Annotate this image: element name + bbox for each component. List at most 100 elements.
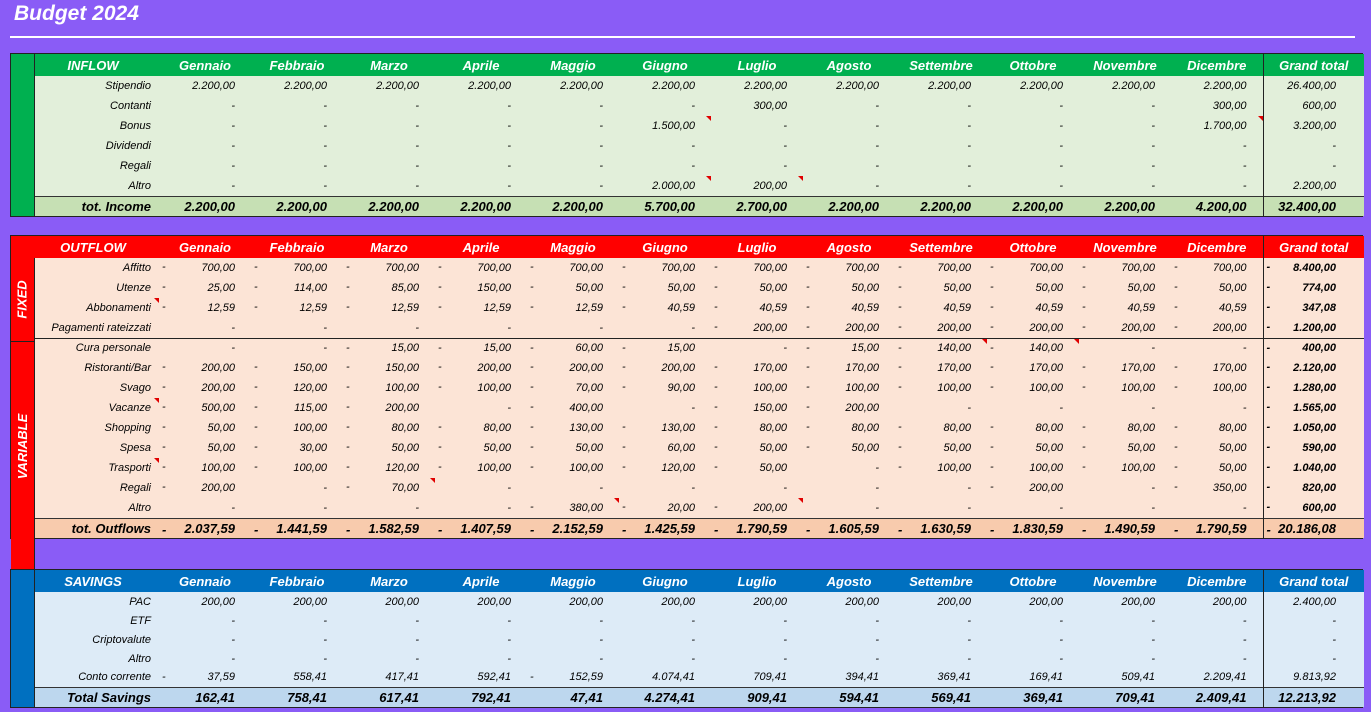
value-cell[interactable]: 100,00-: [1079, 378, 1171, 398]
value-cell[interactable]: 2.200,00: [343, 76, 435, 96]
value-cell[interactable]: 25,00-: [159, 278, 251, 298]
value-cell[interactable]: 40,59-: [987, 298, 1079, 318]
total-value-cell[interactable]: 47,41: [527, 686, 619, 707]
value-cell[interactable]: 100,00-: [711, 378, 803, 398]
value-cell[interactable]: 50,00-: [803, 438, 895, 458]
total-value-cell[interactable]: 1.441,59-: [251, 517, 343, 538]
value-cell[interactable]: 2.200,00: [159, 76, 251, 96]
value-cell[interactable]: 15,00-: [619, 337, 711, 358]
value-cell[interactable]: -: [987, 649, 1079, 668]
value-cell[interactable]: 100,00-: [343, 378, 435, 398]
value-cell[interactable]: -: [711, 478, 803, 498]
value-cell[interactable]: -: [343, 611, 435, 630]
value-cell[interactable]: 50,00-: [527, 278, 619, 298]
value-cell[interactable]: 50,00-: [1171, 458, 1263, 478]
value-cell[interactable]: 170,00-: [1079, 358, 1171, 378]
value-cell[interactable]: 170,00-: [895, 358, 987, 378]
value-cell[interactable]: 700,00-: [987, 258, 1079, 278]
value-cell[interactable]: 80,00-: [711, 418, 803, 438]
value-cell[interactable]: 12,59-: [343, 298, 435, 318]
value-cell[interactable]: -: [711, 156, 803, 176]
value-cell[interactable]: -: [435, 156, 527, 176]
value-cell[interactable]: 120,00-: [619, 458, 711, 478]
value-cell[interactable]: 50,00-: [1079, 438, 1171, 458]
value-cell[interactable]: -: [803, 478, 895, 498]
value-cell[interactable]: 2.200,00: [803, 76, 895, 96]
value-cell[interactable]: -: [251, 136, 343, 156]
value-cell[interactable]: 1.700,00: [1171, 116, 1263, 136]
value-cell[interactable]: -: [527, 478, 619, 498]
value-cell[interactable]: 50,00-: [159, 418, 251, 438]
value-cell[interactable]: -: [895, 156, 987, 176]
value-cell[interactable]: -: [251, 337, 343, 358]
value-cell[interactable]: 200,00: [343, 592, 435, 611]
value-cell[interactable]: 200,00: [159, 592, 251, 611]
row-grand-total[interactable]: 3.200,00: [1262, 116, 1364, 136]
value-cell[interactable]: -: [527, 96, 619, 116]
value-cell[interactable]: -: [159, 630, 251, 649]
row-grand-total[interactable]: -: [1262, 156, 1364, 176]
value-cell[interactable]: 12,59-: [435, 298, 527, 318]
total-value-cell[interactable]: 4.274,41: [619, 686, 711, 707]
value-cell[interactable]: 50,00-: [343, 438, 435, 458]
total-value-cell[interactable]: 569,41: [895, 686, 987, 707]
value-cell[interactable]: 50,00-: [895, 438, 987, 458]
total-value-cell[interactable]: 2.200,00: [803, 195, 895, 216]
value-cell[interactable]: -: [895, 116, 987, 136]
value-cell[interactable]: -: [1079, 96, 1171, 116]
value-cell[interactable]: -: [803, 649, 895, 668]
value-cell[interactable]: -: [1079, 649, 1171, 668]
value-cell[interactable]: 700,00-: [803, 258, 895, 278]
total-value-cell[interactable]: 5.700,00: [619, 195, 711, 216]
value-cell[interactable]: 2.200,00: [619, 76, 711, 96]
value-cell[interactable]: 90,00-: [619, 378, 711, 398]
value-cell[interactable]: 60,00-: [619, 438, 711, 458]
value-cell[interactable]: 394,41: [803, 668, 895, 687]
value-cell[interactable]: 100,00-: [987, 378, 1079, 398]
row-grand-total[interactable]: 1.565,00-: [1262, 398, 1364, 418]
value-cell[interactable]: -: [343, 498, 435, 518]
value-cell[interactable]: 152,59-: [527, 668, 619, 687]
total-value-cell[interactable]: 2.200,00: [435, 195, 527, 216]
value-cell[interactable]: 114,00-: [251, 278, 343, 298]
value-cell[interactable]: -: [803, 498, 895, 518]
total-value-cell[interactable]: 709,41: [1079, 686, 1171, 707]
row-grand-total[interactable]: 8.400,00-: [1262, 258, 1364, 278]
value-cell[interactable]: 120,00-: [343, 458, 435, 478]
value-cell[interactable]: 2.200,00: [251, 76, 343, 96]
value-cell[interactable]: -: [619, 398, 711, 418]
value-cell[interactable]: -: [803, 96, 895, 116]
row-grand-total[interactable]: 347,08-: [1262, 298, 1364, 318]
value-cell[interactable]: 300,00: [711, 96, 803, 116]
value-cell[interactable]: -: [1079, 630, 1171, 649]
value-cell[interactable]: 100,00-: [251, 458, 343, 478]
value-cell[interactable]: 200,00: [987, 592, 1079, 611]
value-cell[interactable]: 1.500,00: [619, 116, 711, 136]
row-grand-total[interactable]: 774,00-: [1262, 278, 1364, 298]
value-cell[interactable]: -: [251, 156, 343, 176]
row-grand-total[interactable]: -: [1262, 611, 1364, 630]
value-cell[interactable]: 100,00-: [895, 378, 987, 398]
value-cell[interactable]: -: [711, 649, 803, 668]
value-cell[interactable]: -: [435, 498, 527, 518]
value-cell[interactable]: -: [1171, 630, 1263, 649]
value-cell[interactable]: -: [895, 498, 987, 518]
value-cell[interactable]: 50,00-: [527, 438, 619, 458]
grand-total-value[interactable]: 20.186,08-: [1262, 517, 1364, 538]
value-cell[interactable]: 30,00-: [251, 438, 343, 458]
value-cell[interactable]: -: [343, 96, 435, 116]
value-cell[interactable]: 200,00-: [987, 318, 1079, 338]
value-cell[interactable]: -: [251, 611, 343, 630]
total-value-cell[interactable]: 2.152,59-: [527, 517, 619, 538]
value-cell[interactable]: 50,00-: [1171, 438, 1263, 458]
value-cell[interactable]: -: [159, 96, 251, 116]
value-cell[interactable]: 500,00-: [159, 398, 251, 418]
value-cell[interactable]: 50,00-: [619, 278, 711, 298]
total-value-cell[interactable]: 162,41: [159, 686, 251, 707]
value-cell[interactable]: 700,00-: [619, 258, 711, 278]
total-value-cell[interactable]: 758,41: [251, 686, 343, 707]
value-cell[interactable]: -: [803, 156, 895, 176]
value-cell[interactable]: 700,00-: [1171, 258, 1263, 278]
value-cell[interactable]: 50,00-: [711, 278, 803, 298]
value-cell[interactable]: 700,00-: [895, 258, 987, 278]
